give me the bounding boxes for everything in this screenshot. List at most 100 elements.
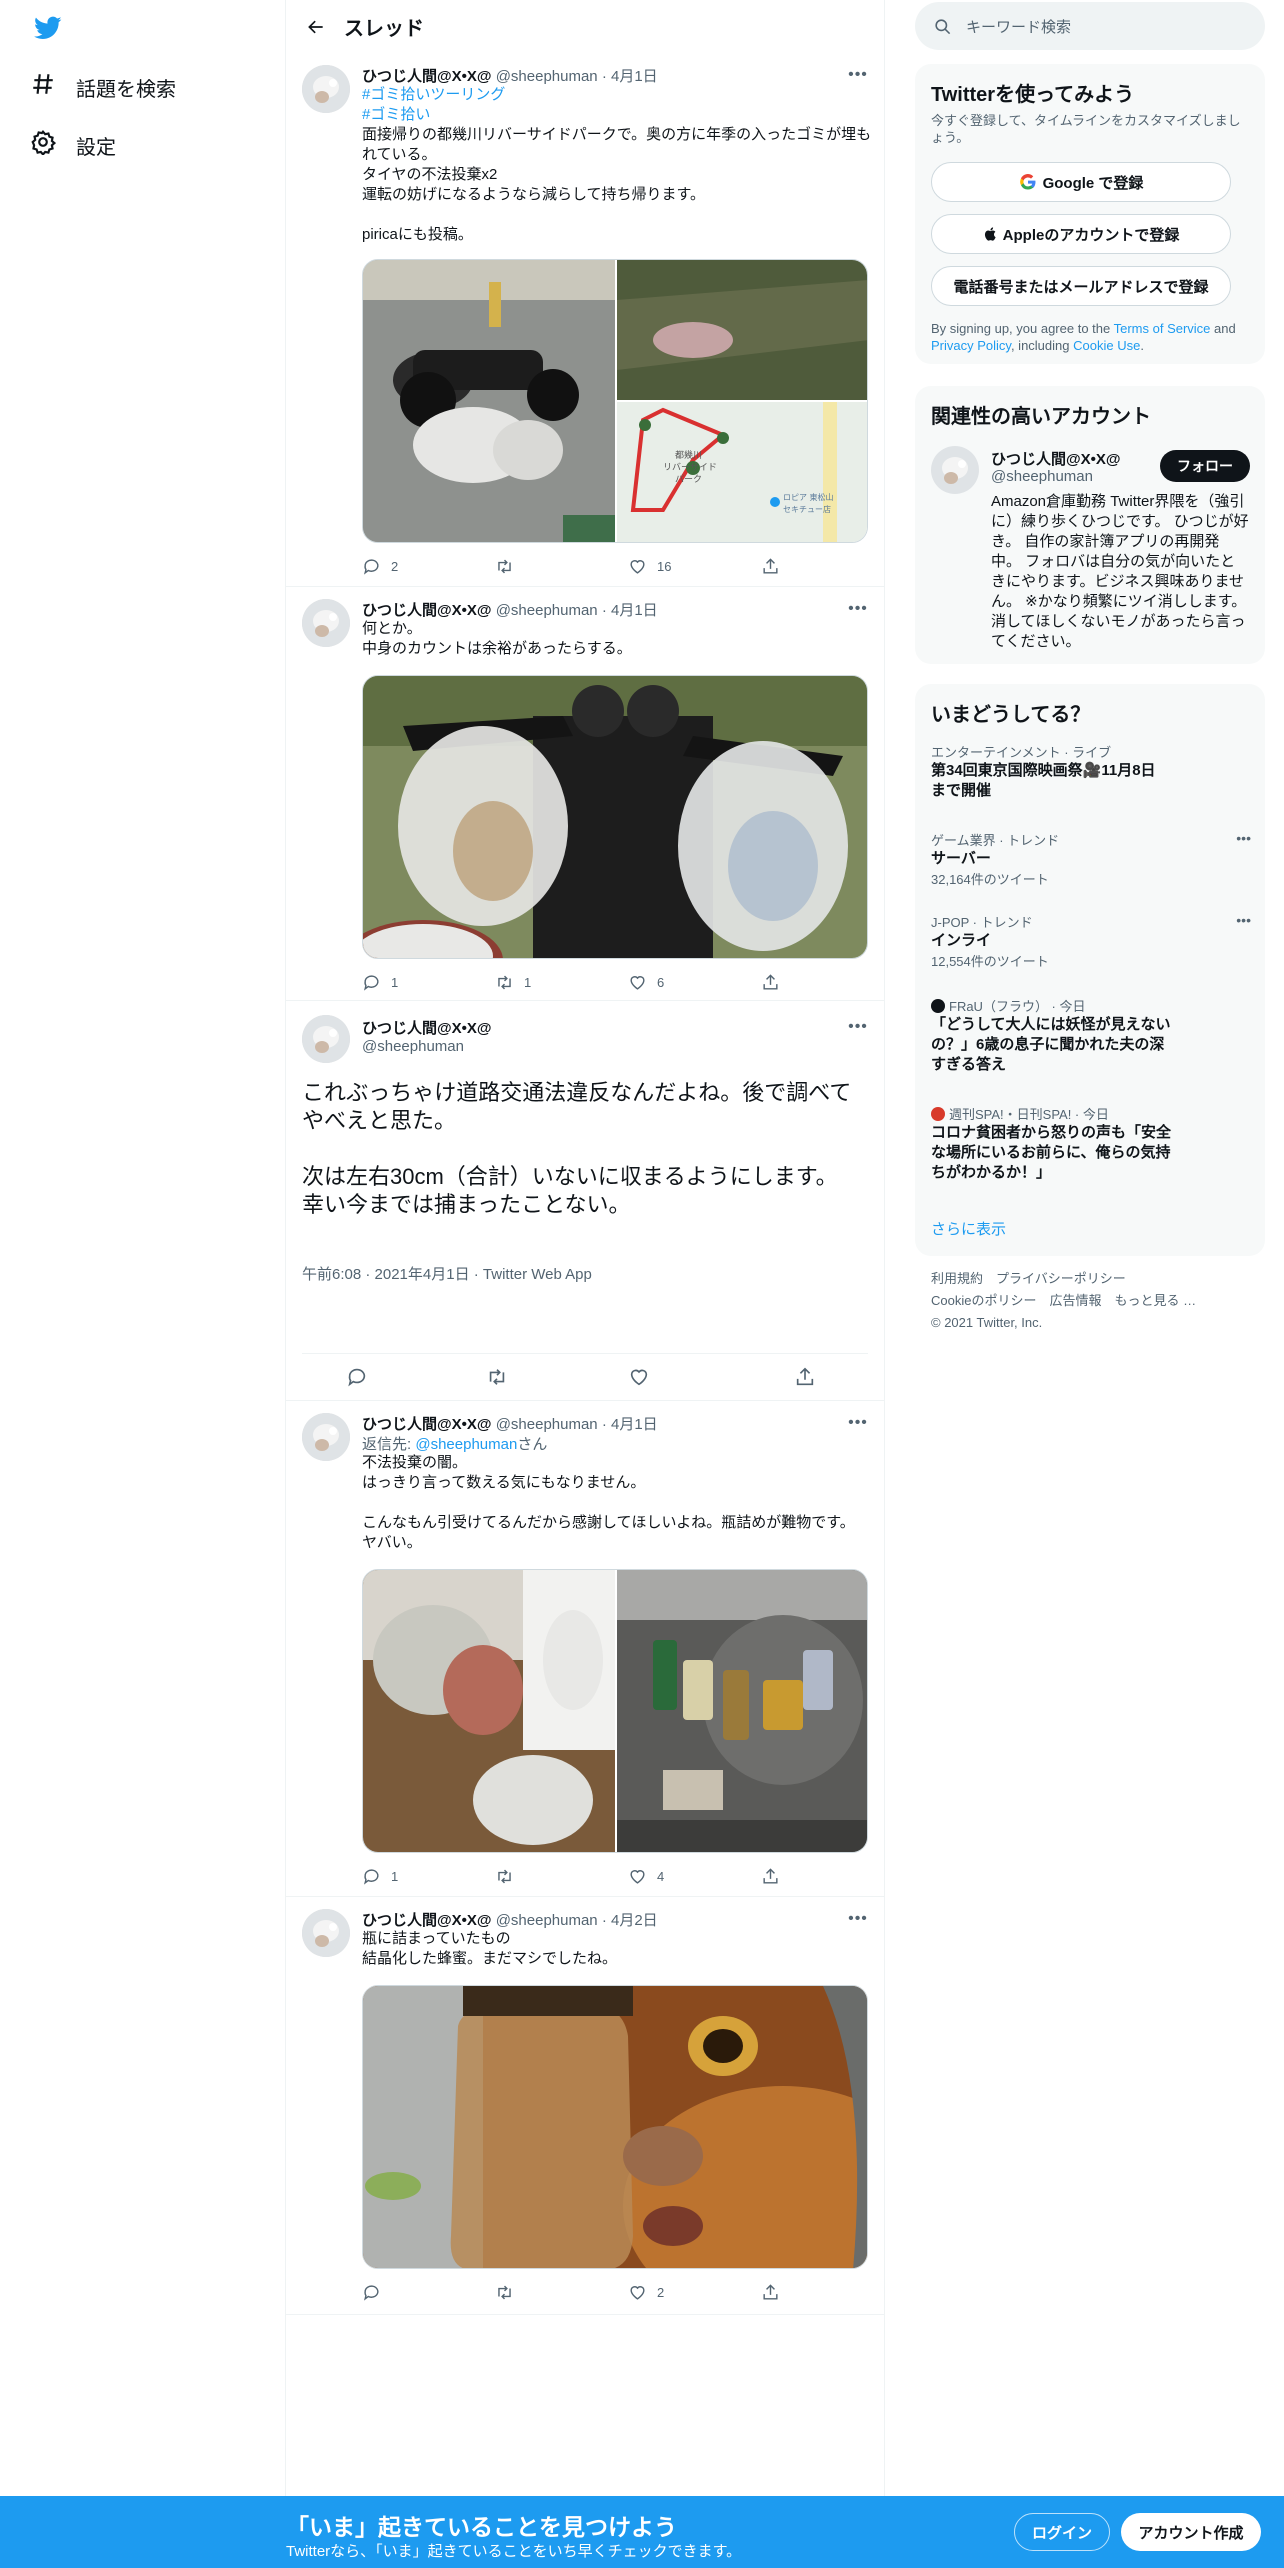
share-button[interactable] xyxy=(761,2283,790,2302)
reply-button[interactable]: 1 xyxy=(362,1867,398,1886)
share-button[interactable] xyxy=(794,1366,826,1388)
tweet-date[interactable]: 4月1日 xyxy=(611,602,658,619)
google-signup-button[interactable]: Google で登録 xyxy=(931,162,1231,202)
author-handle[interactable]: @sheephuman xyxy=(496,1416,598,1433)
tweet-date[interactable]: 4月2日 xyxy=(611,1912,658,1929)
trend-title: 第34回東京国際映画祭🎥11月8日まで開催 xyxy=(931,762,1156,799)
avatar[interactable] xyxy=(302,65,350,113)
back-button[interactable] xyxy=(296,7,336,47)
search-box[interactable]: キーワード検索 xyxy=(915,2,1265,50)
terms-link[interactable]: Terms of Service xyxy=(1114,321,1211,336)
twitter-logo-icon[interactable] xyxy=(32,14,64,42)
scooter-bags-photo[interactable] xyxy=(363,676,868,959)
privacy-link[interactable]: Privacy Policy xyxy=(931,338,1011,353)
gear-icon xyxy=(30,129,76,161)
like-button[interactable]: 16 xyxy=(628,557,671,576)
signup-card: Twitterを使ってみよう 今すぐ登録して、タイムラインをカスタマイズしましょ… xyxy=(915,64,1265,364)
like-button[interactable]: 6 xyxy=(628,973,664,992)
trend-item[interactable]: 週刊SPA!・日刊SPA! · 今日 コロナ貧困者から怒りの声も「安全な場所にい… xyxy=(931,1104,1251,1183)
like-button[interactable]: 2 xyxy=(628,2283,664,2302)
show-more-link[interactable]: さらに表示 xyxy=(931,1218,1006,1239)
author-name[interactable]: ひつじ人間@X•X@ xyxy=(362,1416,492,1433)
follow-button[interactable]: フォロー xyxy=(1160,450,1250,482)
more-options-icon[interactable]: ••• xyxy=(1236,912,1251,928)
related-account-name[interactable]: ひつじ人間@X•X@ xyxy=(991,448,1121,469)
login-button[interactable]: ログイン xyxy=(1014,2513,1110,2551)
author-handle[interactable]: @sheephuman xyxy=(496,1912,598,1929)
reply-icon xyxy=(363,975,379,991)
trend-category: ゲーム業界 · トレンド xyxy=(931,833,1060,848)
avatar[interactable] xyxy=(931,446,979,494)
more-options-icon[interactable]: ••• xyxy=(848,1413,868,1433)
cookie-link[interactable]: Cookie Use xyxy=(1073,338,1140,353)
related-account-bio: Amazon倉庫勤務 Twitter界隈を（強引に）練り歩くひつじです。 ひつじ… xyxy=(991,493,1249,650)
heart-icon xyxy=(630,560,645,574)
reply-button[interactable] xyxy=(362,2283,391,2302)
hashtag-link[interactable]: #ゴミ拾い xyxy=(362,106,430,123)
footer-links-1[interactable]: 利用規約 プライバシーポリシー xyxy=(931,1270,1126,1287)
more-options-icon[interactable]: ••• xyxy=(848,1017,868,1037)
share-button[interactable] xyxy=(761,973,790,992)
honey-jar-photo[interactable] xyxy=(363,1986,868,2269)
tweet-media[interactable] xyxy=(362,675,868,959)
tweet-media[interactable] xyxy=(362,1985,868,2269)
trend-item[interactable]: ゲーム業界 · トレンド サーバー 32,164件のツイート ••• xyxy=(931,830,1251,888)
related-account-handle[interactable]: @sheephuman xyxy=(991,468,1093,485)
author-handle[interactable]: @sheephuman xyxy=(496,602,598,619)
dumped-trash-photos[interactable] xyxy=(363,1570,868,1853)
more-options-icon[interactable]: ••• xyxy=(848,1909,868,1929)
more-options-icon[interactable]: ••• xyxy=(1236,830,1251,846)
author-handle[interactable]: @sheephuman xyxy=(496,68,598,85)
tweet-1[interactable]: ひつじ人間@X•X@ @sheephuman · 4月1日 ••• #ゴミ拾いツ… xyxy=(286,53,884,587)
author-name[interactable]: ひつじ人間@X•X@ xyxy=(362,1017,492,1038)
tweet-meta[interactable]: 午前6:08 · 2021年4月1日 · Twitter Web App xyxy=(302,1263,592,1284)
tweet-media-grid[interactable] xyxy=(362,1569,868,1853)
like-button[interactable] xyxy=(628,1366,660,1388)
avatar[interactable] xyxy=(302,1909,350,1957)
tweet-media-grid[interactable]: 都幾川 リバーサイド パーク ロピア 東松山 セキチュー店 xyxy=(362,259,868,543)
author-handle[interactable]: @sheephuman xyxy=(362,1038,464,1055)
reply-to-link[interactable]: @sheephuman xyxy=(415,1436,517,1453)
more-options-icon[interactable]: ••• xyxy=(848,65,868,85)
create-account-button[interactable]: アカウント作成 xyxy=(1121,2513,1261,2551)
related-accounts-card: 関連性の高いアカウント ひつじ人間@X•X@ @sheephuman フォロー … xyxy=(915,386,1265,664)
like-button[interactable]: 4 xyxy=(628,1867,664,1886)
author-name[interactable]: ひつじ人間@X•X@ xyxy=(362,1912,492,1929)
tweet-5[interactable]: ひつじ人間@X•X@ @sheephuman · 4月2日 ••• 瓶に詰まって… xyxy=(286,1897,884,2315)
bottom-signup-bar: 「いま」起きていることを見つけよう Twitterなら、「いま」起きていることを… xyxy=(0,2496,1284,2568)
trend-item[interactable]: FRaU（フラウ） · 今日 「どうして大人には妖怪が見えないの？」6歳の息子に… xyxy=(931,996,1251,1075)
avatar[interactable] xyxy=(302,1413,350,1461)
avatar[interactable] xyxy=(302,1015,350,1063)
avatar[interactable] xyxy=(302,599,350,647)
retweet-button[interactable] xyxy=(495,2283,524,2302)
tweet-2[interactable]: ひつじ人間@X•X@ @sheephuman · 4月1日 ••• 何とか。 中… xyxy=(286,587,884,1001)
search-placeholder: キーワード検索 xyxy=(966,18,1072,36)
retweet-button[interactable] xyxy=(486,1366,518,1388)
map-label: セキチュー店 xyxy=(783,504,831,514)
tweet-date[interactable]: 4月1日 xyxy=(611,68,658,85)
reply-button[interactable]: 2 xyxy=(362,557,398,576)
author-name[interactable]: ひつじ人間@X•X@ xyxy=(362,68,492,85)
nav-explore[interactable]: 話題を検索 xyxy=(30,67,176,107)
footer-links-2[interactable]: Cookieのポリシー 広告情報 もっと見る … xyxy=(931,1292,1196,1309)
share-button[interactable] xyxy=(761,557,790,576)
reply-button[interactable]: 1 xyxy=(362,973,398,992)
retweet-button[interactable] xyxy=(495,557,524,576)
nav-settings[interactable]: 設定 xyxy=(30,125,116,165)
scooter-photo[interactable]: 都幾川 リバーサイド パーク ロピア 東松山 セキチュー店 xyxy=(363,260,868,543)
trend-item[interactable]: J-POP · トレンド インライ 12,554件のツイート ••• xyxy=(931,912,1251,970)
tweet-4[interactable]: ひつじ人間@X•X@ @sheephuman · 4月1日 ••• 返信先: @… xyxy=(286,1401,884,1897)
tweet-date[interactable]: 4月1日 xyxy=(611,1416,658,1433)
phone-email-signup-button[interactable]: 電話番号またはメールアドレスで登録 xyxy=(931,266,1231,306)
author-name[interactable]: ひつじ人間@X•X@ xyxy=(362,602,492,619)
reply-icon xyxy=(348,1368,366,1387)
share-button[interactable] xyxy=(761,1867,790,1886)
retweet-button[interactable]: 1 xyxy=(495,973,531,992)
hashtag-link[interactable]: #ゴミ拾いツーリング xyxy=(362,86,505,103)
more-options-icon[interactable]: ••• xyxy=(848,599,868,619)
focused-tweet[interactable]: ひつじ人間@X•X@ @sheephuman ••• これぶっちゃけ道路交通法違… xyxy=(286,1001,884,1401)
apple-signup-button[interactable]: Appleのアカウントで登録 xyxy=(931,214,1231,254)
trend-item[interactable]: エンターテインメント · ライブ 第34回東京国際映画祭🎥11月8日まで開催 xyxy=(931,742,1251,801)
reply-button[interactable] xyxy=(346,1366,378,1388)
retweet-button[interactable] xyxy=(495,1867,524,1886)
